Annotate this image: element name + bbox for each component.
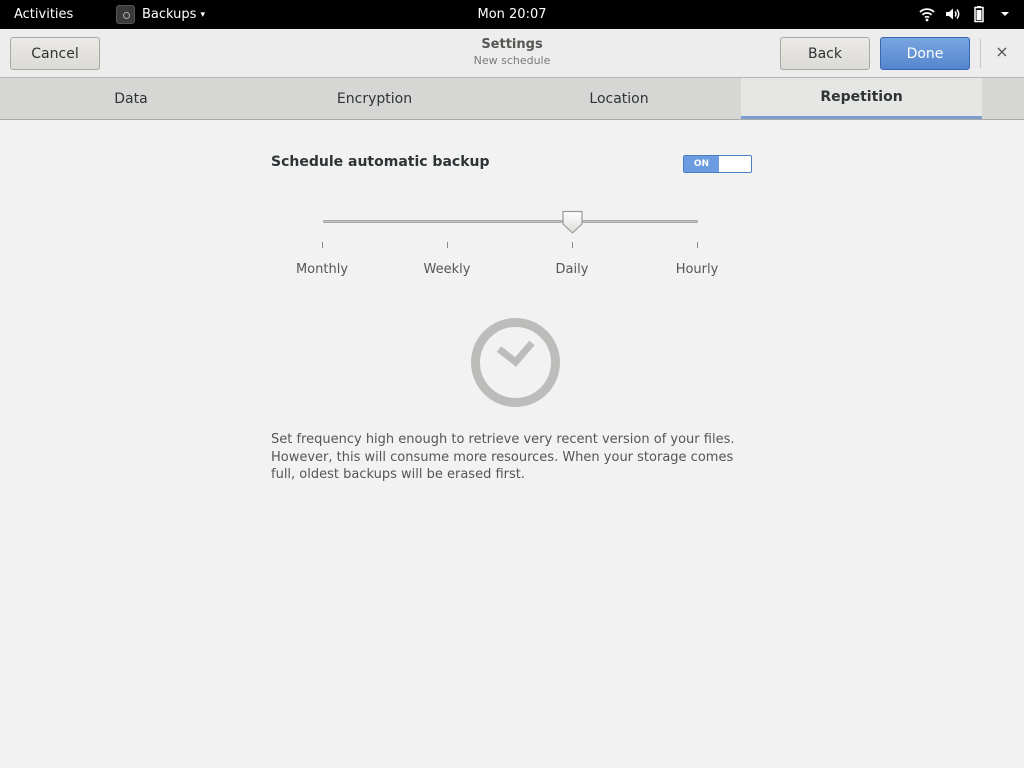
mark-weekly: Weekly — [423, 262, 471, 277]
back-button[interactable]: Back — [780, 37, 870, 70]
close-icon[interactable]: × — [993, 43, 1011, 61]
page-title: Settings — [481, 37, 543, 52]
tab-encryption[interactable]: Encryption — [252, 78, 497, 119]
system-tray[interactable] — [918, 5, 1014, 23]
slider-tick — [322, 242, 323, 248]
top-bar: Activities Backups ▾ Mon 20:07 — [0, 0, 1024, 29]
description-text: Set frequency high enough to retrieve ve… — [271, 432, 735, 482]
mark-hourly: Hourly — [675, 262, 719, 277]
mark-daily: Daily — [555, 262, 589, 277]
header-separator — [980, 39, 981, 68]
schedule-toggle[interactable]: ON — [683, 155, 752, 173]
volume-icon — [946, 8, 960, 20]
slider-tick — [447, 242, 448, 248]
tab-data[interactable]: Data — [0, 78, 262, 119]
clock[interactable]: Mon 20:07 — [0, 7, 1024, 22]
mark-monthly: Monthly — [295, 262, 349, 277]
slider-tick — [572, 242, 573, 248]
header-bar: Cancel Settings New schedule Back Done × — [0, 29, 1024, 78]
schedule-label: Schedule automatic backup — [271, 154, 490, 170]
wifi-icon — [919, 8, 935, 22]
toggle-on-label: ON — [684, 156, 719, 172]
battery-icon — [974, 6, 984, 23]
done-button[interactable]: Done — [880, 37, 970, 70]
frequency-slider-track[interactable] — [323, 220, 698, 223]
chevron-down-icon — [1001, 12, 1009, 16]
header-title-box: Settings New schedule — [0, 37, 1024, 67]
clock-icon — [471, 318, 560, 407]
tab-bar: Data Encryption Location Repetition — [0, 78, 1024, 120]
tab-repetition[interactable]: Repetition — [741, 78, 982, 119]
page-subtitle: New schedule — [473, 54, 551, 67]
frequency-slider-handle[interactable] — [561, 210, 584, 235]
slider-tick — [697, 242, 698, 248]
tab-location[interactable]: Location — [497, 78, 741, 119]
